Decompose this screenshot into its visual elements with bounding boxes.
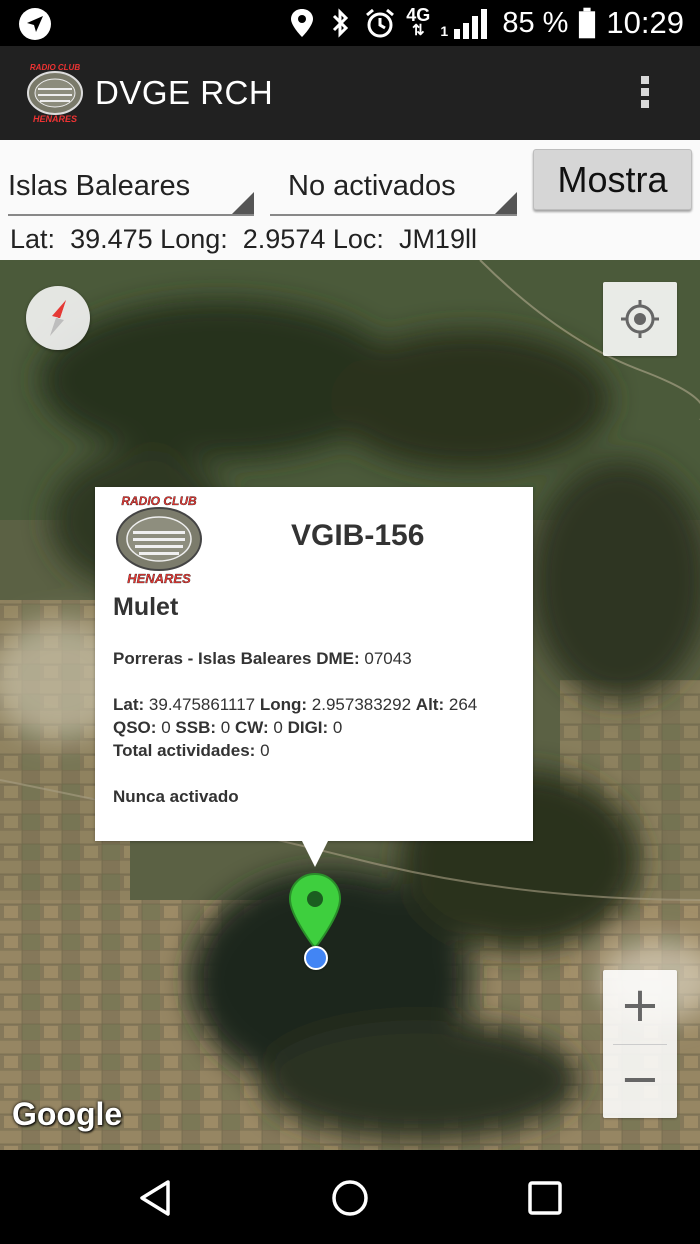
cw-value: 0 [273,718,283,737]
app-title: DVGE RCH [95,74,274,111]
app-logo: RADIO CLUB HENARES [27,63,83,124]
total-value: 0 [260,741,270,760]
status-bar: 4G ⇅ 1 85 % 10:29 [0,0,700,46]
battery-level: 85 % [502,6,569,39]
navigation-icon [19,8,51,40]
contacts-line: QSO: 0 SSB: 0 CW: 0 DIGI: 0 [113,716,477,739]
position-line: Lat: 39.475861117 Long: 2.957383292 Alt:… [113,693,477,716]
vertex-name: Mulet [113,593,179,621]
location-pin-icon [291,9,314,37]
place-line: Porreras - Islas Baleares DME: 07043 [113,647,477,670]
vertex-details: Porreras - Islas Baleares DME: 07043 Lat… [113,647,477,808]
dropdown-triangle-icon [495,192,517,214]
lat-value: 39.475 [70,224,153,254]
app-bar: RADIO CLUB HENARES DVGE RCH [0,46,700,140]
recents-icon[interactable] [525,1178,565,1218]
vertex-code: VGIB-156 [291,519,425,552]
compass-icon[interactable] [26,286,90,350]
clock: 10:29 [606,5,684,40]
show-button[interactable]: Mostra [533,149,692,210]
overflow-menu-icon[interactable] [630,72,660,116]
loc-label: Loc: [332,224,384,254]
google-attribution: Google [12,1096,123,1132]
filter-panel: Islas Baleares No activados Mostra Lat: … [0,140,700,260]
loc-value: JM19ll [398,224,477,254]
status-icons: 4G ⇅ 1 85 % 10:29 [288,0,684,46]
cw-label: CW: [234,718,269,737]
total-line: Total actividades: 0 [113,739,477,762]
lat-label: Lat: [113,695,145,714]
lat-value: 39.475861117 [148,695,256,714]
my-location-button[interactable] [603,282,677,356]
marker-info-window: RADIO CLUB HENARES VGIB-156 Mulet Porrer… [95,487,533,867]
total-label: Total actividades: [113,741,256,760]
alt-value: 264 [448,695,478,714]
coordinates-readout: Lat: 39.475 Long: 2.9574 Loc: JM19ll [10,224,477,255]
radio-club-logo: RADIO CLUB HENARES [116,494,202,585]
my-location-dot [304,946,328,970]
ssb-value: 0 [220,718,231,737]
network-type: 4G ⇅ [406,5,431,39]
svg-text:HENARES: HENARES [127,571,191,585]
battery-icon [579,7,596,39]
system-nav-bar [0,1150,700,1244]
region-select[interactable]: Islas Baleares [8,160,254,216]
svg-text:RADIO CLUB: RADIO CLUB [121,494,197,508]
dme-label: DME: [316,649,360,668]
svg-text:HENARES: HENARES [33,114,77,124]
alarm-icon [366,8,395,38]
satellite-map[interactable]: RADIO CLUB HENARES VGIB-156 Mulet Porrer… [0,260,700,1150]
long-label: Long: [160,224,228,254]
long-value: 2.9574 [242,224,326,254]
status-select-value: No activados [288,170,456,202]
activation-status: Nunca activado [113,787,239,806]
long-value: 2.957383292 [311,695,412,714]
dropdown-triangle-icon [232,192,254,214]
zoom-in-button[interactable]: + [603,970,677,1044]
lat-label: Lat: [10,224,56,254]
status-select[interactable]: No activados [270,160,517,216]
qso-label: QSO: [113,718,157,737]
signal-icon: 1 [440,7,492,39]
crosshair-icon [621,300,659,338]
home-icon[interactable] [330,1178,370,1218]
qso-value: 0 [161,718,171,737]
back-icon[interactable] [136,1178,176,1218]
info-window-pointer [302,841,328,867]
long-label: Long: [259,695,308,714]
region-select-value: Islas Baleares [8,170,191,202]
dme-value: 07043 [364,649,412,668]
bluetooth-icon [333,8,349,38]
alt-label: Alt: [415,695,445,714]
ssb-label: SSB: [175,718,217,737]
place-name: Porreras - Islas Baleares [113,649,312,668]
svg-text:RADIO CLUB: RADIO CLUB [30,63,80,72]
digi-value: 0 [332,718,343,737]
zoom-controls: + − [603,970,677,1118]
map-marker-icon[interactable] [288,872,342,952]
digi-label: DIGI: [287,718,329,737]
zoom-out-button[interactable]: − [603,1044,677,1118]
